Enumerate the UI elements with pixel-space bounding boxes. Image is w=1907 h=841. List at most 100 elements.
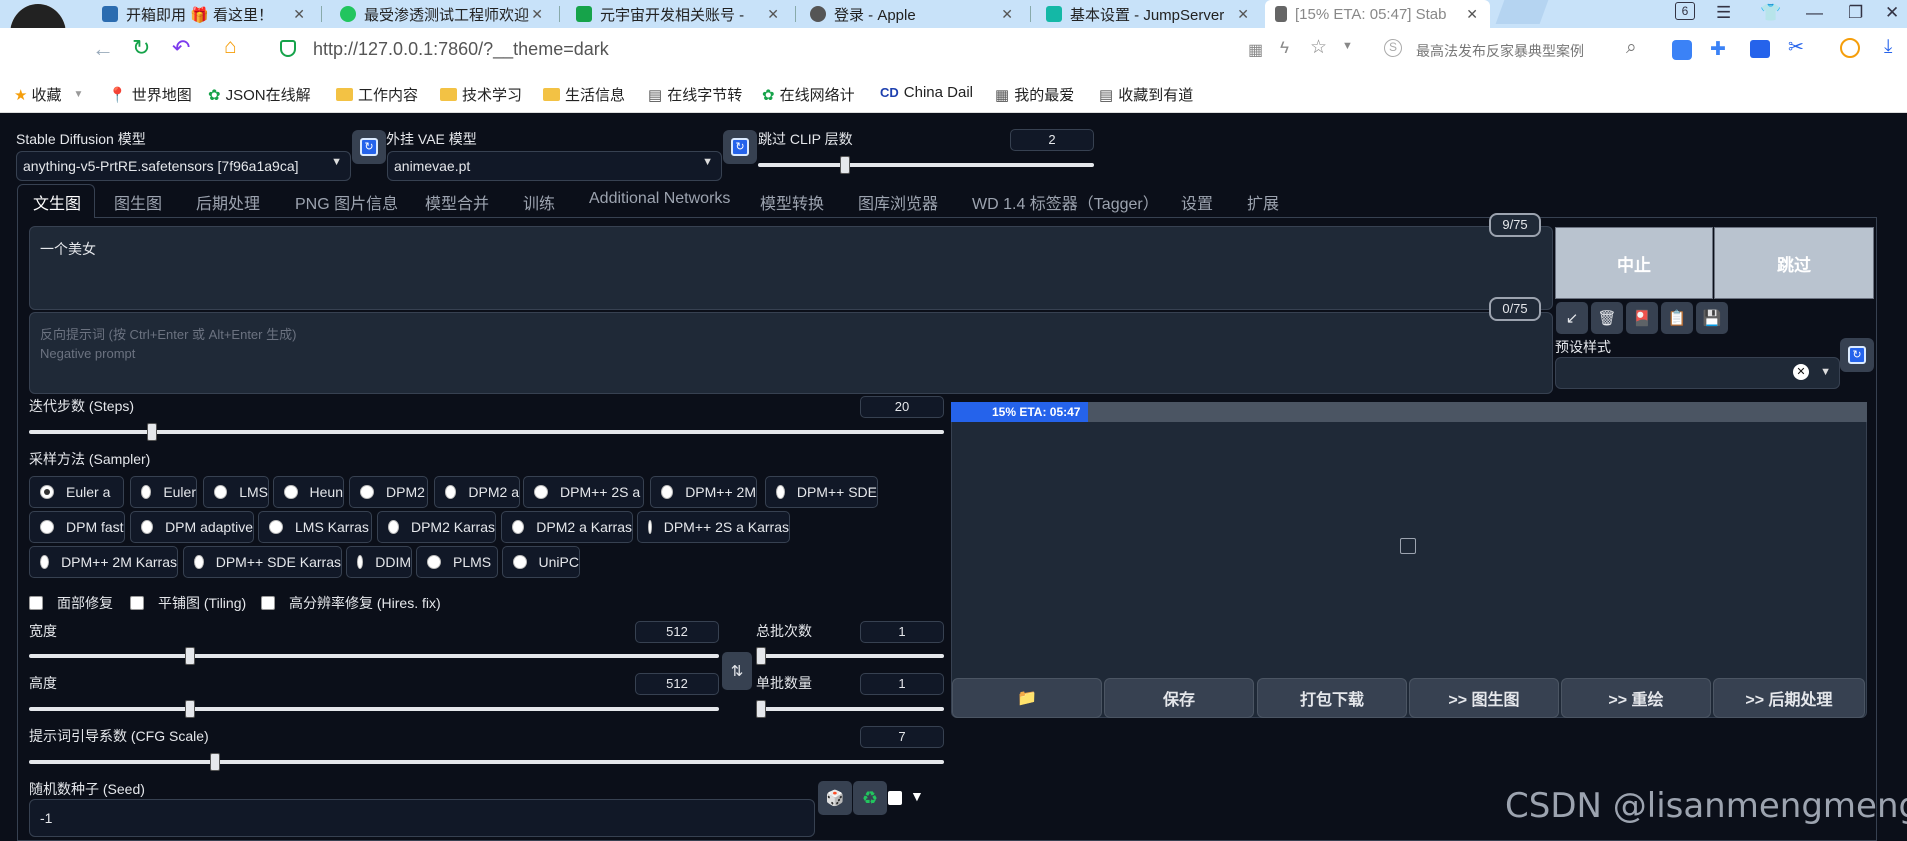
width-slider[interactable]: [29, 654, 719, 658]
bookmark-item[interactable]: ▦ 我的最爱: [995, 84, 1074, 105]
qr-icon[interactable]: ▦: [1248, 40, 1263, 60]
width-number[interactable]: 512: [635, 621, 719, 643]
swap-dimensions-button[interactable]: ⇅: [722, 652, 752, 690]
paste-params-button[interactable]: ↙: [1556, 302, 1588, 334]
batch-size-slider-thumb[interactable]: [756, 700, 766, 718]
reload-icon[interactable]: ↻: [132, 35, 150, 61]
sampler-option[interactable]: UniPC: [502, 546, 580, 578]
sampler-option[interactable]: DPM++ 2S a Karras: [637, 511, 790, 543]
chevron-down-icon[interactable]: ▼: [1342, 40, 1353, 52]
url-input[interactable]: http://127.0.0.1:7860/?__theme=dark: [313, 39, 609, 60]
vae-select[interactable]: animevae.pt ▼: [387, 151, 722, 181]
height-slider-thumb[interactable]: [185, 700, 196, 718]
extra-seed-toggle[interactable]: ▼: [910, 788, 924, 804]
negative-prompt-input[interactable]: 反向提示词 (按 Ctrl+Enter 或 Alt+Enter 生成) Nega…: [29, 312, 1553, 394]
sampler-option[interactable]: DPM2 Karras: [377, 511, 496, 543]
new-tab-button[interactable]: [1495, 0, 1549, 24]
skin-icon[interactable]: 👕: [1760, 3, 1781, 23]
sd-model-select[interactable]: anything-v5-PrtRE.safetensors [7f96a1a9c…: [16, 151, 351, 181]
save-button[interactable]: 保存: [1104, 678, 1254, 718]
sampler-option[interactable]: DPM adaptive: [130, 511, 254, 543]
tiling-checkbox[interactable]: 平铺图 (Tiling): [130, 593, 246, 613]
zip-download-button[interactable]: 打包下载: [1257, 678, 1407, 718]
batch-count-number[interactable]: 1: [860, 621, 944, 643]
steps-slider-thumb[interactable]: [146, 423, 157, 441]
styles-select[interactable]: ✕ ▼: [1555, 357, 1840, 389]
search-icon[interactable]: ⌕: [1626, 37, 1637, 59]
refresh-model-button[interactable]: ↻: [352, 130, 386, 164]
sampler-option[interactable]: DPM2 a: [434, 476, 520, 508]
star-icon[interactable]: ☆: [1310, 36, 1327, 59]
restore-faces-checkbox[interactable]: 面部修复: [29, 593, 113, 613]
refresh-styles-button[interactable]: ↻: [1840, 338, 1874, 372]
sampler-option[interactable]: DPM++ SDE Karras: [183, 546, 342, 578]
clear-icon[interactable]: ✕: [1793, 364, 1809, 380]
prompt-input[interactable]: 一个美女: [29, 226, 1553, 310]
tab-extensions[interactable]: 扩展: [1247, 190, 1279, 214]
tab-png-info[interactable]: PNG 图片信息: [295, 190, 398, 214]
emoji-icon[interactable]: [1840, 38, 1860, 58]
close-icon[interactable]: ✕: [531, 6, 543, 23]
tab-extras[interactable]: 后期处理: [196, 190, 260, 214]
cfg-slider-thumb[interactable]: [210, 753, 220, 771]
close-icon[interactable]: ✕: [1237, 6, 1249, 23]
undo-icon[interactable]: ↶: [172, 35, 190, 61]
close-icon[interactable]: ✕: [767, 6, 779, 23]
sampler-option[interactable]: LMS Karras: [258, 511, 372, 543]
open-folder-button[interactable]: 📁: [952, 678, 1102, 718]
interrupt-button[interactable]: 中止: [1555, 227, 1713, 299]
cfg-slider[interactable]: [29, 760, 944, 764]
random-seed-button[interactable]: 🎲: [818, 781, 852, 815]
maximize-icon[interactable]: ❐: [1848, 3, 1863, 23]
batch-size-slider[interactable]: [756, 707, 944, 711]
reuse-seed-button[interactable]: ♻: [853, 781, 887, 815]
bookmark-item[interactable]: ★ 收藏 ▼: [14, 84, 83, 105]
tab-tagger[interactable]: WD 1.4 标签器（Tagger）: [972, 190, 1159, 214]
home-icon[interactable]: ⌂: [224, 35, 237, 59]
sampler-option[interactable]: DPM2: [349, 476, 428, 508]
tab-gallery[interactable]: 图库浏览器: [858, 190, 938, 214]
extra-networks-icon[interactable]: 🎴: [1626, 302, 1658, 334]
cfg-number[interactable]: 7: [860, 726, 944, 748]
hires-fix-checkbox[interactable]: 高分辨率修复 (Hires. fix): [261, 593, 441, 613]
steps-slider[interactable]: [29, 430, 944, 434]
clipboard-icon[interactable]: 📋: [1661, 302, 1693, 334]
trash-icon[interactable]: 🗑: [1591, 302, 1623, 334]
sampler-option[interactable]: Euler a: [29, 476, 124, 508]
send-to-inpaint-button[interactable]: >> 重绘: [1561, 678, 1711, 718]
sampler-option[interactable]: DPM++ 2M: [650, 476, 757, 508]
tab-train[interactable]: 训练: [523, 190, 555, 214]
sampler-option[interactable]: DPM++ 2S a: [523, 476, 644, 508]
close-icon[interactable]: ✕: [1466, 6, 1478, 23]
bookmark-item[interactable]: CD China Dail: [880, 84, 973, 101]
batch-size-number[interactable]: 1: [860, 673, 944, 695]
browser-tab-active[interactable]: [15% ETA: 05:47] Stab ✕: [1265, 0, 1490, 28]
clip-slider-thumb[interactable]: [839, 156, 850, 174]
download-icon[interactable]: ⤓: [1884, 36, 1892, 58]
batch-count-slider-thumb[interactable]: [756, 647, 766, 665]
lightning-icon[interactable]: ϟ: [1280, 38, 1289, 58]
sampler-option[interactable]: DPM++ SDE: [765, 476, 878, 508]
refresh-vae-button[interactable]: ↻: [723, 130, 757, 164]
clip-number[interactable]: 2: [1010, 129, 1094, 151]
browser-tab[interactable]: 登录 - Apple ✕: [800, 0, 1025, 28]
bookmark-item[interactable]: ▤ 收藏到有道: [1099, 84, 1193, 105]
skip-button[interactable]: 跳过: [1714, 227, 1874, 299]
back-icon[interactable]: ←: [92, 36, 114, 62]
height-number[interactable]: 512: [635, 673, 719, 695]
browser-tab[interactable]: 元宇宙开发相关账号 - ✕: [566, 0, 791, 28]
bookmark-item[interactable]: 技术学习: [440, 84, 522, 105]
close-icon[interactable]: ✕: [1001, 6, 1013, 23]
bookmark-item[interactable]: ✿ JSON在线解: [208, 84, 311, 105]
width-slider-thumb[interactable]: [185, 647, 196, 665]
steps-number[interactable]: 20: [860, 396, 944, 418]
tab-merge[interactable]: 模型合并: [425, 190, 489, 214]
seed-input[interactable]: -1: [29, 799, 815, 837]
translate-icon[interactable]: [1672, 40, 1692, 60]
tab-settings[interactable]: 设置: [1181, 190, 1213, 214]
sampler-option[interactable]: DPM++ 2M Karras: [29, 546, 178, 578]
bookmark-item[interactable]: ✿ 在线网络计: [762, 84, 855, 105]
extra-seed-checkbox[interactable]: [888, 791, 902, 805]
screenshot-icon[interactable]: [1750, 40, 1770, 58]
tab-img2img[interactable]: 图生图: [114, 190, 162, 214]
